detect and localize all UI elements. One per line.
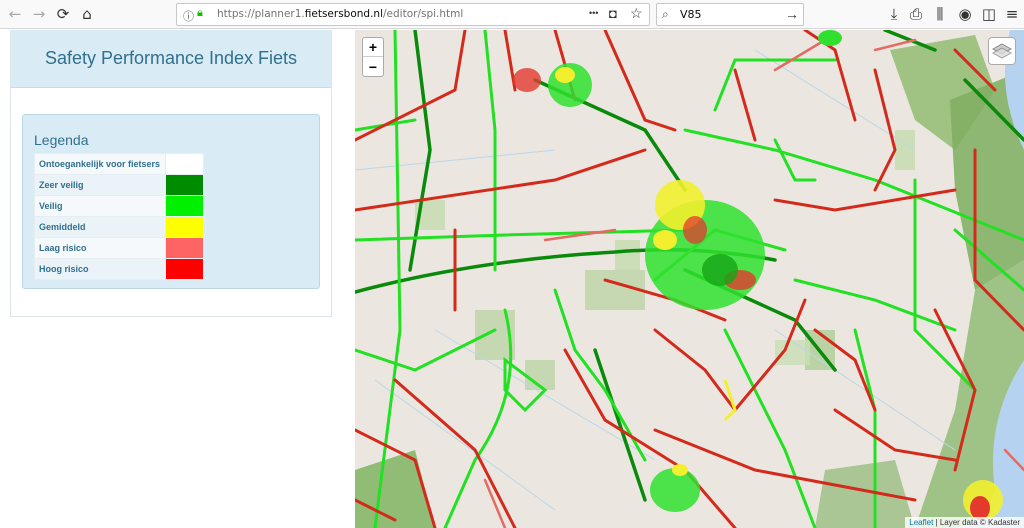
library-icon[interactable]: ⫼ [930,4,950,24]
legend-label: Hoog risico [34,258,166,280]
legend-label: Zeer veilig [34,174,166,196]
legend-title: Legenda [34,132,89,148]
legend-swatch [165,174,204,196]
zoom-in-button[interactable]: + [363,38,383,57]
legend-swatch [165,195,204,217]
page-title: Safety Performance Index Fiets [44,48,298,68]
print-icon[interactable]: ⎙ [906,4,926,24]
map-canvas[interactable] [355,30,1024,528]
menu-icon[interactable]: ≡ [1002,4,1022,24]
legend-box: Legenda Ontoegankelijk voor fietsers Zeer… [22,114,320,289]
panel-header: Safety Performance Index Fiets [11,30,331,88]
info-icon[interactable]: ⓘ [183,8,194,24]
map-attribution: Leaflet | Layer data © Kadaster [905,517,1024,528]
legend-row: Zeer veilig [34,174,204,196]
url-path: /editor/spi.html [383,8,464,20]
home-button[interactable]: ⌂ [77,4,97,24]
legend-row: Veilig [34,195,204,217]
legend-label: Veilig [34,195,166,217]
search-go-icon[interactable]: → [785,6,799,22]
legend-swatch [165,153,204,175]
attribution-text: | Layer data © Kadaster [933,518,1020,527]
legend-label: Gemiddeld [34,216,166,238]
url-prefix: https://planner1. [217,8,305,20]
legend-swatch [165,216,204,238]
info-panel: Safety Performance Index Fiets Legenda O… [10,30,332,317]
leaflet-link[interactable]: Leaflet [909,518,933,527]
reload-button[interactable]: ⟳ [53,4,73,24]
layers-icon [992,43,1012,59]
lock-icon: 🔒︎ [197,7,203,19]
url-text[interactable]: https://planner1.fietsersbond.nl/editor/… [217,8,463,20]
zoom-out-button[interactable]: − [363,57,383,76]
legend-row: Hoog risico [34,258,204,280]
legend-label: Ontoegankelijk voor fietsers [34,153,166,175]
url-domain: fietsersbond.nl [304,8,383,20]
legend-table: Ontoegankelijk voor fietsers Zeer veilig V… [34,153,204,280]
layers-control[interactable] [988,37,1016,65]
sidebar-icon[interactable]: ◫ [979,4,999,24]
pocket-icon[interactable]: ◘ [609,6,617,21]
legend-swatch [165,258,204,280]
back-button[interactable]: ← [5,4,25,24]
page-actions-button[interactable]: ••• [589,8,598,18]
url-bar[interactable]: ⓘ 🔒︎ https://planner1.fietsersbond.nl/ed… [176,3,650,26]
forward-button[interactable]: → [29,4,49,24]
search-bar[interactable]: ⌕ V85 → [656,3,804,26]
search-icon: ⌕ [662,7,669,21]
browser-toolbar: ← → ⟳ ⌂ ⓘ 🔒︎ https://planner1.fietsersbo… [0,0,1024,29]
legend-row: Laag risico [34,237,204,259]
map-view[interactable]: + − Leaflet | Layer data © Kadaster [355,30,1024,528]
legend-row: Ontoegankelijk voor fietsers [34,153,204,175]
legend-row: Gemiddeld [34,216,204,238]
legend-swatch [165,237,204,259]
downloads-icon[interactable]: ⤓ [884,4,904,24]
zoom-control: + − [362,37,384,77]
search-input[interactable]: V85 [680,8,702,21]
legend-label: Laag risico [34,237,166,259]
extension-icon[interactable]: ◉ [955,4,975,24]
bookmark-star-icon[interactable]: ☆ [630,5,643,22]
